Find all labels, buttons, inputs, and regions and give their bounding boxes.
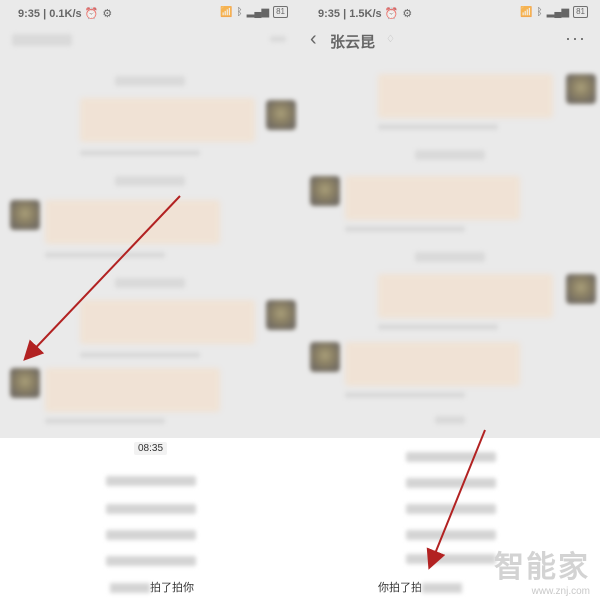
watermark-url: www.znj.com (531, 586, 590, 597)
left-chat-panel: 9:35 | 0.1K/s ⏰ ⚙ 📶 ᛒ ▂▄▆ 81 08:35 拍了拍你 (0, 0, 300, 606)
annotation-arrow-left (23, 195, 181, 361)
watermark: 智能家 www.znj.com (494, 542, 590, 597)
watermark-brand: 智能家 (494, 551, 590, 584)
annotation-arrow-right (426, 429, 486, 570)
right-chat-panel: 9:35 | 1.5K/s ⏰ ⚙ 📶 ᛒ ▂▄▆ 81 ‹ 张云昆 ♢ ··· … (300, 0, 600, 606)
